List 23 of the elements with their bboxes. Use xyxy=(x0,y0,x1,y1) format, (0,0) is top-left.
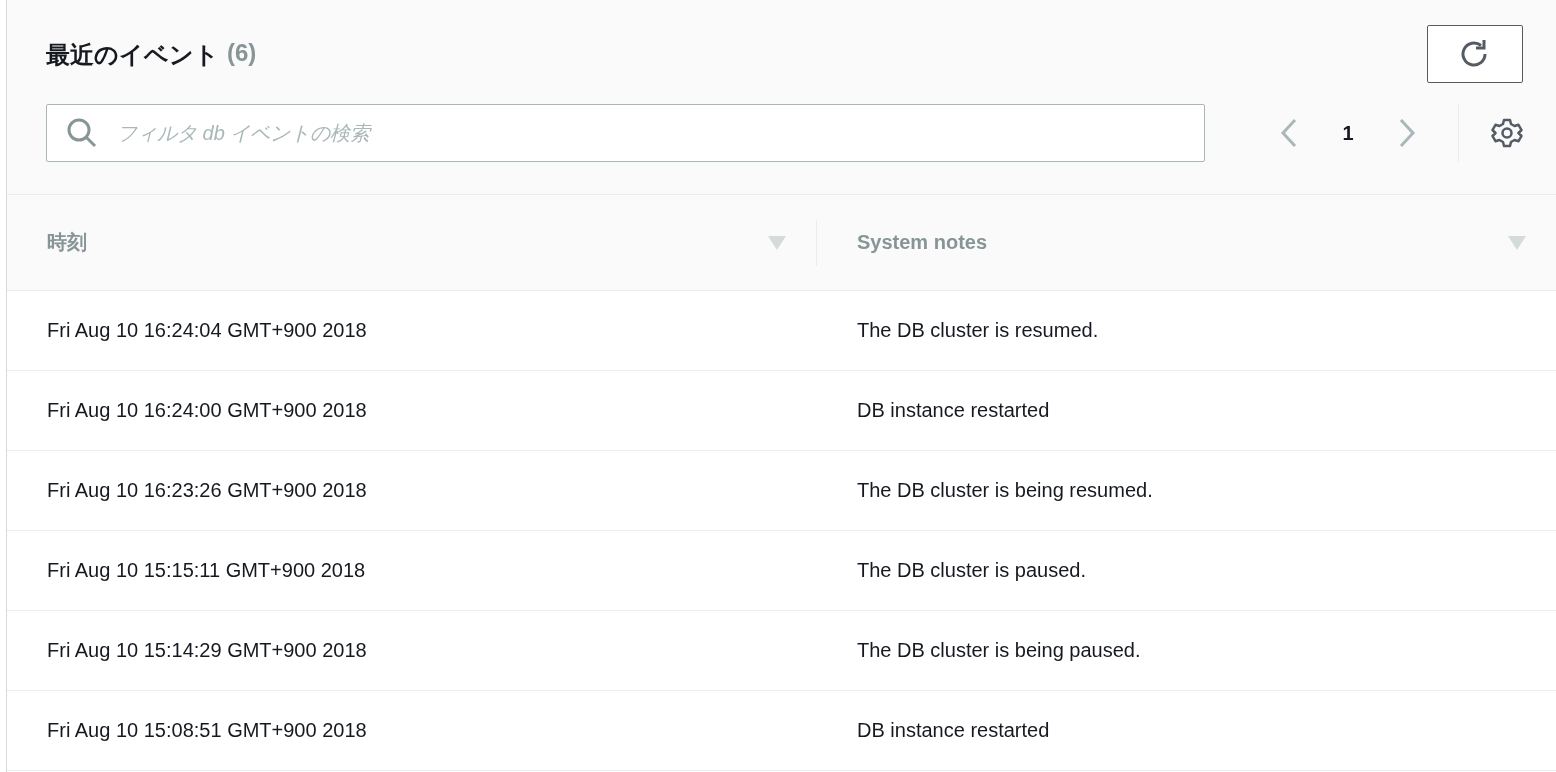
refresh-button[interactable] xyxy=(1427,25,1523,83)
panel-title: 最近のイベント xyxy=(46,40,219,70)
table-cell: DB instance restarted xyxy=(817,370,1556,451)
table-cell: Fri Aug 10 15:08:51 GMT+900 2018 xyxy=(7,690,817,771)
table-cell: DB instance restarted xyxy=(817,690,1556,771)
column-header[interactable]: 時刻 xyxy=(47,229,87,256)
settings-icon[interactable] xyxy=(1491,117,1523,149)
search-field[interactable]: フィルタ db イベントの検索 xyxy=(46,104,1205,162)
table-cell: The DB cluster is resumed. xyxy=(817,290,1556,371)
table-cell: Fri Aug 10 15:14:29 GMT+900 2018 xyxy=(7,610,817,691)
sort-icon[interactable] xyxy=(768,235,786,250)
table-cell: The DB cluster is paused. xyxy=(817,530,1556,611)
table-cell: The DB cluster is being paused. xyxy=(817,610,1556,691)
page-number[interactable]: 1 xyxy=(1300,121,1396,145)
event-count: (6) xyxy=(227,39,257,68)
table-cell: Fri Aug 10 15:15:11 GMT+900 2018 xyxy=(7,530,817,611)
search-icon xyxy=(66,117,98,149)
table-cell: Fri Aug 10 16:23:26 GMT+900 2018 xyxy=(7,450,817,531)
table-cell: The DB cluster is being resumed. xyxy=(817,450,1556,531)
sort-icon[interactable] xyxy=(1508,235,1526,250)
column-header[interactable]: System notes xyxy=(857,231,988,254)
table-cell: Fri Aug 10 16:24:04 GMT+900 2018 xyxy=(7,290,817,371)
table-cell: Fri Aug 10 16:24:00 GMT+900 2018 xyxy=(7,370,817,451)
